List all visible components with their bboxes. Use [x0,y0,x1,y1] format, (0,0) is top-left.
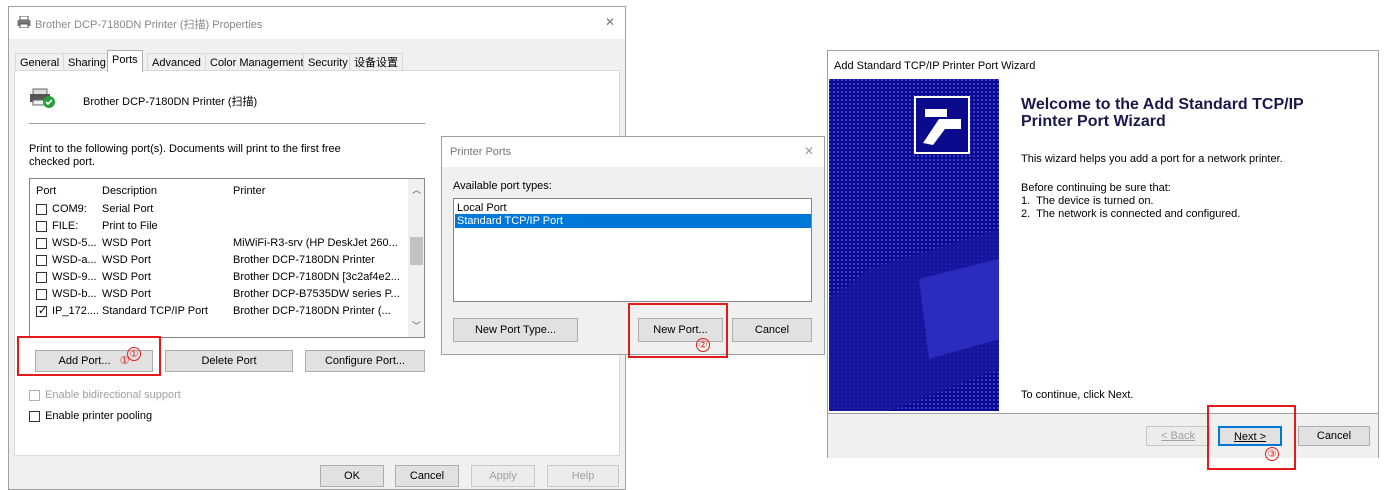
pooling-label: Enable printer pooling [45,410,153,423]
column-header-port[interactable]: Port [36,183,56,200]
wizard-titlebar: Add Standard TCP/IP Printer Port Wizard [828,51,1378,77]
annotation-marker-1: ① [127,347,141,361]
port-description-text: Print to the following port(s). Document… [29,143,341,168]
port-name: WSD-a... [52,254,97,266]
ok-button[interactable]: OK [320,465,384,487]
port-checkbox[interactable]: ✓ [36,305,48,317]
port-checkbox[interactable] [36,221,47,232]
available-port-types-label: Available port types: [453,180,552,192]
tab-advanced[interactable]: Advanced [147,53,206,71]
wizard-intro: This wizard helps you add a port for a n… [1021,153,1283,165]
pooling-option[interactable]: Enable printer pooling [29,410,152,422]
column-header-printer[interactable]: Printer [233,183,265,200]
wizard-cancel-button[interactable]: Cancel [1298,426,1370,446]
bidirectional-label: Enable bidirectional support [45,389,181,402]
port-description: Standard TCP/IP Port [102,305,208,317]
wizard-item-2: 2. The network is connected and configur… [1021,208,1241,220]
separator [29,123,425,124]
properties-title: Brother DCP-7180DN Printer (扫描) Properti… [35,19,263,31]
ports-dialog-titlebar: Printer Ports ✕ [442,137,824,167]
wizard-banner [829,79,999,411]
wizard-before: Before continuing be sure that: [1021,182,1171,194]
tab-device-settings[interactable]: 设备设置 [349,53,403,71]
annotation-marker-2: ② [696,338,710,352]
port-printer: Brother DCP-7180DN Printer (... [233,305,391,317]
close-icon[interactable]: ✕ [804,144,814,158]
close-icon[interactable]: ✕ [605,15,615,29]
cancel-button[interactable]: Cancel [395,465,459,487]
ports-dialog-cancel-button[interactable]: Cancel [732,318,812,342]
port-description: WSD Port [102,288,151,300]
properties-titlebar: Brother DCP-7180DN Printer (扫描) Properti… [9,7,625,39]
port-type-standard-tcpip-label: Standard TCP/IP Port [457,215,563,227]
checkmark-icon: ✓ [38,305,48,317]
tab-sharing[interactable]: Sharing [63,53,111,71]
back-button[interactable]: < Back [1146,426,1210,446]
scroll-up-icon[interactable]: ︿ [412,183,421,196]
configure-port-button[interactable]: Configure Port... [305,350,425,372]
port-name: FILE: [52,220,79,232]
wizard-window: Add Standard TCP/IP Printer Port Wizard … [827,50,1379,458]
help-button[interactable]: Help [547,465,619,487]
tab-color-management[interactable]: Color Management [205,53,309,71]
port-description: WSD Port [102,254,151,266]
port-type-local-label: Local Port [457,202,507,214]
port-checkbox[interactable] [36,238,47,249]
port-name: WSD-5... [52,237,97,249]
wizard-title: Add Standard TCP/IP Printer Port Wizard [834,60,1036,72]
pooling-checkbox[interactable] [29,410,40,422]
bidirectional-option: Enable bidirectional support [29,389,181,401]
delete-port-button[interactable]: Delete Port [165,350,293,372]
scroll-down-icon[interactable]: ﹀ [412,319,421,332]
tab-general[interactable]: General [15,53,65,71]
port-checkbox[interactable] [36,272,47,283]
apply-button[interactable]: Apply [471,465,535,487]
port-name: WSD-9... [52,271,97,283]
wizard-heading: Welcome to the Add Standard TCP/IP Print… [1021,96,1304,130]
port-printer: Brother DCP-B7535DW series P... [233,288,400,300]
port-checkbox[interactable] [36,255,47,266]
port-description: Serial Port [102,203,154,215]
tab-ports[interactable]: Ports [107,50,143,72]
printer-status-icon [29,87,57,109]
wizard-item-1: 1. The device is turned on. [1021,195,1154,207]
port-type-standard-tcpip[interactable]: Standard TCP/IP Port [455,214,811,228]
port-printer: MiWiFi-R3-srv (HP DeskJet 260... [233,237,398,249]
printer-name: Brother DCP-7180DN Printer (扫描) [83,96,258,108]
port-type-list[interactable]: Local Port Standard TCP/IP Port [453,198,812,302]
port-name: IP_172.... [52,305,100,317]
port-checkbox[interactable] [36,204,47,215]
scroll-thumb[interactable] [410,237,423,265]
list-scrollbar[interactable]: ︿ ﹀ [408,179,424,337]
wizard-continue: To continue, click Next. [1021,389,1134,401]
new-port-type-button[interactable]: New Port Type... [453,318,578,342]
port-printer: Brother DCP-7180DN Printer [233,254,375,266]
column-header-description[interactable]: Description [102,183,157,200]
port-name: WSD-b... [52,288,97,300]
port-description: Print to File [102,220,158,232]
port-description: WSD Port [102,271,151,283]
port-name: COM9: [52,203,87,215]
port-printer: Brother DCP-7180DN [3c2af4e2... [233,271,400,283]
port-list[interactable]: Port Description Printer ︿ ﹀ COM9: Serial… [29,178,425,338]
annotation-marker-3: ③ [1265,447,1279,461]
bidirectional-checkbox [29,389,40,401]
port-checkbox[interactable] [36,289,47,300]
printer-icon [17,15,31,29]
annotation-box-next [1207,405,1296,470]
port-description: WSD Port [102,237,151,249]
annotation-box-new-port [628,303,728,358]
tab-security[interactable]: Security [303,53,353,71]
ports-dialog-title: Printer Ports [450,146,512,158]
